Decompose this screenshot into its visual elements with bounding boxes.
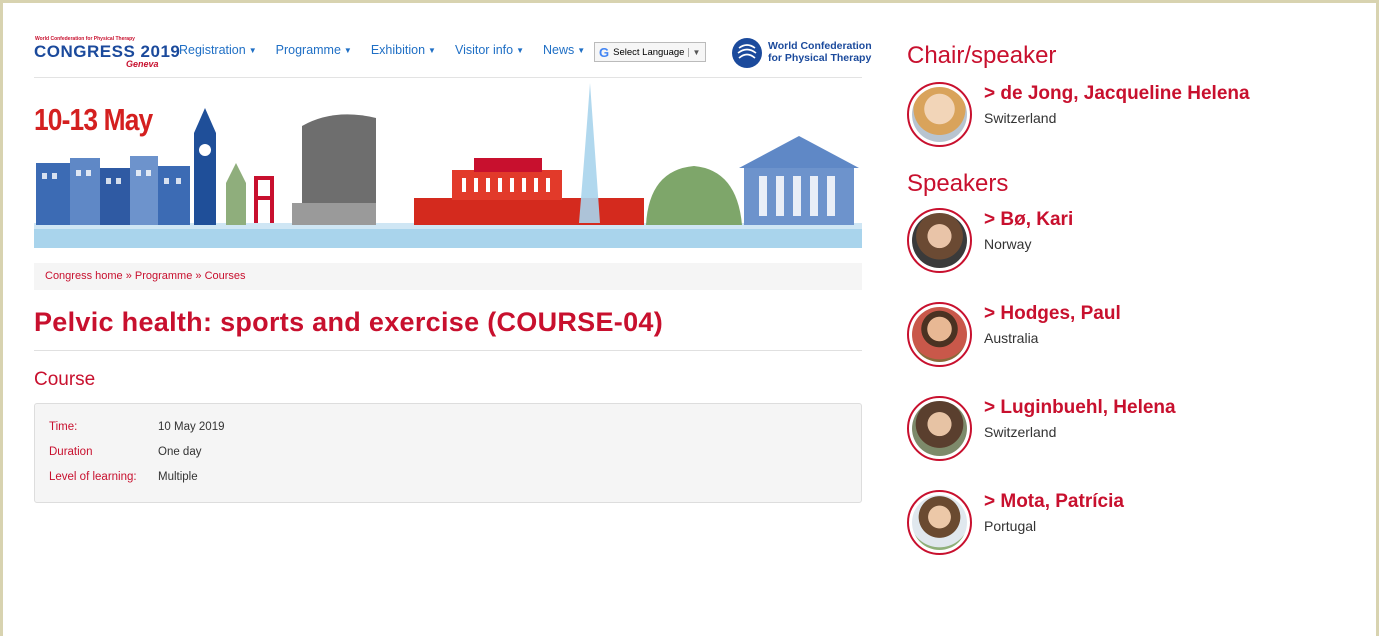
nav-label: News (543, 43, 575, 57)
nav-exhibition[interactable]: Exhibition ▼ (371, 43, 436, 57)
speaker-card[interactable]: > Mota, Patrícia Portugal (907, 490, 1347, 556)
language-select[interactable]: G Select Language ▼ (594, 42, 706, 62)
detail-label: Level of learning: (49, 470, 137, 483)
avatar[interactable] (907, 82, 972, 147)
main-menu: Registration ▼ Programme ▼ Exhibition ▼ Vis… (179, 43, 604, 57)
geneva-skyline-banner: 10-13 May (34, 78, 862, 248)
nav-label: Visitor info (454, 43, 514, 57)
logo-congress-word: CONGRESS (34, 42, 136, 61)
speaker-country: Switzerland (984, 110, 1057, 126)
speaker-country: Australia (984, 330, 1039, 346)
nav-label: Programme (275, 43, 341, 57)
wcpt-logo[interactable]: World Confederation for Physical Therapy (732, 38, 872, 70)
avatar-photo (912, 213, 967, 268)
nav-label: Registration (179, 43, 246, 57)
speaker-name-link[interactable]: > Bø, Kari (984, 209, 1073, 231)
avatar[interactable] (907, 302, 972, 367)
avatar[interactable] (907, 396, 972, 461)
detail-label: Time: (49, 420, 78, 433)
avatar-photo (912, 87, 967, 142)
caret-down-icon: ▼ (428, 46, 436, 56)
caret-down-icon: ▼ (577, 46, 586, 56)
speakers-sidebar: Chair/speaker > de Jong, Jacqueline Hele… (907, 42, 1347, 556)
chair-heading: Chair/speaker (907, 42, 1057, 69)
nav-programme[interactable]: Programme ▼ (276, 43, 352, 57)
speakers-heading: Speakers (907, 170, 1009, 197)
speaker-country: Switzerland (984, 424, 1057, 440)
event-dates: 10-13 May (34, 102, 153, 137)
globe-icon (732, 38, 762, 68)
nav-label: Exhibition (370, 43, 426, 57)
speaker-name-link[interactable]: > Hodges, Paul (984, 303, 1121, 325)
avatar[interactable] (907, 208, 972, 273)
avatar-photo (912, 495, 967, 550)
breadcrumb[interactable]: Congress home » Programme » Courses (34, 263, 862, 290)
speaker-card[interactable]: > Luginbuehl, Helena Switzerland (907, 396, 1347, 462)
course-details-panel: Time: 10 May 2019 Duration One day Level… (34, 403, 862, 503)
section-title: Course (34, 369, 96, 390)
speaker-name-link[interactable]: > Luginbuehl, Helena (984, 397, 1176, 419)
speaker-card[interactable]: > Hodges, Paul Australia (907, 302, 1347, 368)
language-select-label: Select Language (613, 46, 685, 58)
wcpt-line1: World Confederation (768, 40, 872, 52)
top-navigation: World Confederation for Physical Therapy… (34, 34, 872, 78)
speaker-card[interactable]: > Bø, Kari Norway (907, 208, 1347, 274)
skyline-illustration (34, 83, 862, 248)
main-column: World Confederation for Physical Therapy… (34, 34, 872, 503)
detail-value: One day (158, 445, 202, 458)
nav-registration[interactable]: Registration ▼ (179, 43, 257, 57)
nav-visitor-info[interactable]: Visitor info ▼ (455, 43, 524, 57)
detail-row-duration: Duration One day (49, 439, 847, 464)
congress-logo[interactable]: World Confederation for Physical Therapy… (34, 36, 180, 76)
detail-value: Multiple (158, 470, 198, 483)
dropdown-arrow-icon: ▼ (688, 47, 700, 57)
speaker-country: Norway (984, 236, 1032, 252)
wcpt-line2: for Physical Therapy (768, 52, 872, 64)
speaker-name-link[interactable]: > de Jong, Jacqueline Helena (984, 83, 1250, 105)
caret-down-icon: ▼ (343, 46, 352, 56)
nav-news[interactable]: News ▼ (543, 43, 585, 57)
avatar-photo (912, 401, 967, 456)
logo-city: Geneva (126, 59, 159, 69)
caret-down-icon: ▼ (248, 46, 257, 56)
chair-card[interactable]: > de Jong, Jacqueline Helena Switzerland (907, 82, 1347, 148)
speaker-name-link[interactable]: > Mota, Patrícia (984, 491, 1124, 513)
detail-label: Duration (49, 445, 93, 458)
page-title: Pelvic health: sports and exercise (COUR… (34, 307, 862, 351)
speaker-country: Portugal (984, 518, 1037, 534)
google-icon: G (599, 44, 610, 60)
caret-down-icon: ▼ (516, 46, 525, 56)
detail-value: 10 May 2019 (158, 420, 225, 433)
avatar-photo (912, 307, 967, 362)
detail-row-level: Level of learning: Multiple (49, 464, 847, 489)
avatar[interactable] (907, 490, 972, 555)
wcpt-name: World Confederation for Physical Therapy (768, 40, 872, 64)
detail-row-time: Time: 10 May 2019 (49, 414, 847, 439)
